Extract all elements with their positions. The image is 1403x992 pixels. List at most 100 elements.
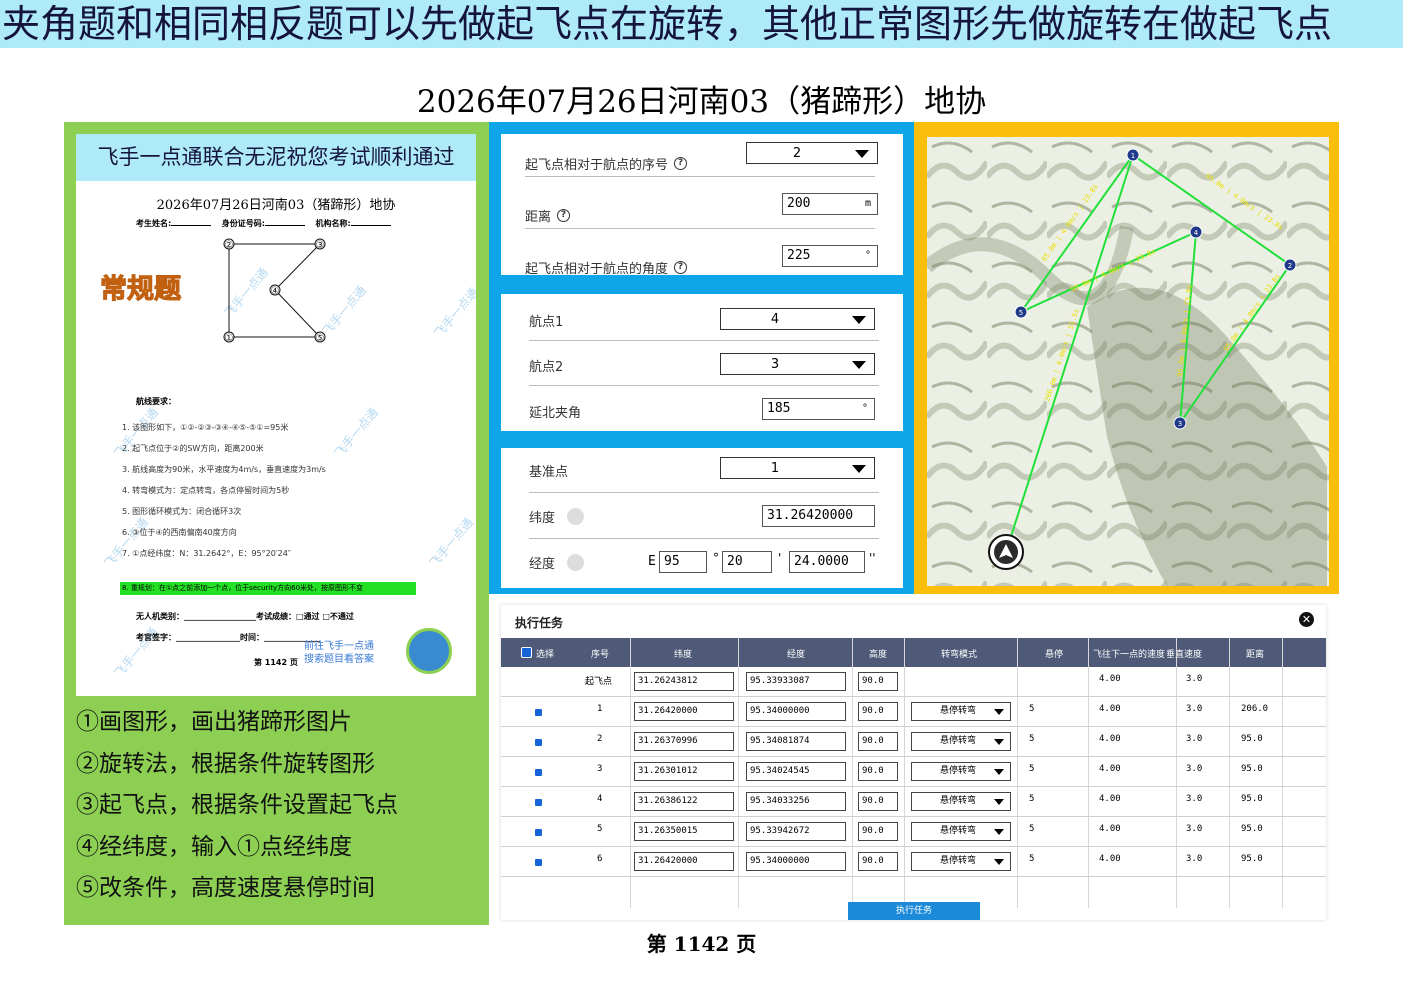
lon-input[interactable]: 95.34000000 <box>746 852 846 871</box>
table-row: 4 31.26386122 95.34033256 90.0 悬停转弯 5 4.… <box>501 787 1326 817</box>
lon-input[interactable]: 95.34024545 <box>746 762 846 781</box>
second-symbol: '' <box>869 551 876 565</box>
chevron-down-icon <box>994 859 1004 865</box>
lat-input[interactable]: 31.26243812 <box>634 672 734 691</box>
takeoff-distance-input[interactable]: 200 m <box>782 193 878 215</box>
row-checkbox[interactable] <box>535 769 542 776</box>
turn-mode-select[interactable]: 悬停转弯 <box>911 762 1011 781</box>
mini-program-qr[interactable] <box>406 628 452 674</box>
lat-input[interactable]: 31.26350015 <box>634 822 734 841</box>
chevron-down-icon <box>994 769 1004 775</box>
takeoff-angle-input[interactable]: 225 ° <box>782 245 878 267</box>
lon-input[interactable]: 95.34033256 <box>746 792 846 811</box>
alt-input[interactable]: 90.0 <box>858 762 898 781</box>
svg-text:5[interactable]: 5 <box>1019 309 1023 317</box>
sheet-subtitle: 2026年07月26日河南03（猪蹄形）地协 <box>156 198 396 213</box>
alt-input[interactable]: 90.0 <box>858 672 898 691</box>
chevron-down-icon <box>994 829 1004 835</box>
svg-text:4[interactable]: 4 <box>1194 229 1199 237</box>
svg-text:2[interactable]: 2 <box>1288 262 1292 270</box>
table-row: 2 31.26370996 95.34081874 90.0 悬停转弯 5 4.… <box>501 727 1326 757</box>
degree-symbol: ° <box>713 551 719 565</box>
longitude-minutes-input[interactable]: 20 <box>722 551 772 573</box>
help-icon[interactable]: ? <box>557 209 571 222</box>
takeoff-point-icon[interactable] <box>988 534 1024 570</box>
requirement-item: 2. 起飞点位于②的SW方向，距离200米 <box>122 444 264 453</box>
table-header: 选择 序号 纬度 经度 高度 转弯模式 悬停 飞往下一点的速度 垂直速度 距离 <box>501 638 1326 667</box>
point-5-label: ⑤ <box>316 333 325 344</box>
point-2-label: ② <box>225 240 234 251</box>
requirement-item: 3. 航线高度为90米，水平速度为4m/s，垂直速度为3m/s <box>122 465 326 474</box>
lon-input[interactable]: 95.34081874 <box>746 732 846 751</box>
requirement-item: 6. ③位于④的西南偏南40度方向 <box>122 528 237 537</box>
step-item: ②旋转法，根据条件旋转图形 <box>76 750 375 777</box>
tip-banner: 夹角题和相同相反题可以先做起飞点在旋转，其他正常图形先做旋转在做起飞点 <box>0 0 1403 48</box>
alt-input[interactable]: 90.0 <box>858 822 898 841</box>
lon-input[interactable]: 95.33942672 <box>746 822 846 841</box>
longitude-degrees-input[interactable]: 95 <box>659 551 707 573</box>
watermark: 飞手一点通 <box>431 285 476 341</box>
row-checkbox[interactable] <box>535 709 542 716</box>
table-row: 3 31.26301012 95.34024545 90.0 悬停转弯 5 4.… <box>501 757 1326 787</box>
select-all-checkbox[interactable] <box>521 647 532 658</box>
table-row: 6 31.26420000 95.34000000 90.0 悬停转弯 5 4.… <box>501 847 1326 877</box>
lat-input[interactable]: 31.26301012 <box>634 762 734 781</box>
alt-input[interactable]: 90.0 <box>858 732 898 751</box>
base-point-select[interactable]: 1 <box>720 457 875 479</box>
turn-mode-select[interactable]: 悬停转弯 <box>911 852 1011 871</box>
row-checkbox[interactable] <box>535 829 542 836</box>
takeoff-settings-card: 起飞点相对于航点的序号? 2 距离? 200 m 起飞点相对于航点的角度? 225… <box>501 134 903 277</box>
steps-list: ①画图形，画出猪蹄形图片 ②旋转法，根据条件旋转图形 ③起飞点，根据条件设置起飞… <box>76 702 398 910</box>
north-angle-input[interactable]: 185 ° <box>762 398 875 420</box>
map-panel: 95.0m | 4.0m/s | 23.8s 95.0m | 4.0m/s | … <box>914 122 1339 594</box>
longitude-seconds-input[interactable]: 24.0000 <box>789 551 865 573</box>
latitude-input[interactable]: 31.26420000 <box>762 505 875 527</box>
execute-task-button[interactable]: 执行任务 <box>848 902 980 920</box>
lon-input[interactable]: 95.33933087 <box>746 672 846 691</box>
alt-input[interactable]: 90.0 <box>858 792 898 811</box>
field-id-label: 身份证号码: <box>221 219 265 228</box>
svg-text:3[interactable]: 3 <box>1178 420 1182 428</box>
route-map[interactable]: 95.0m | 4.0m/s | 23.8s 95.0m | 4.0m/s | … <box>927 137 1329 586</box>
turn-mode-select[interactable]: 悬停转弯 <box>911 792 1011 811</box>
row-checkbox[interactable] <box>535 859 542 866</box>
sheet-page-number: 第 1142 页 <box>254 658 298 667</box>
alt-input[interactable]: 90.0 <box>858 702 898 721</box>
waypoint1-select[interactable]: 4 <box>720 308 875 330</box>
location-icon[interactable] <box>567 554 585 571</box>
lon-input[interactable]: 95.34000000 <box>746 702 846 721</box>
satellite-map[interactable]: 95.0m | 4.0m/s | 23.8s 95.0m | 4.0m/s | … <box>927 137 1329 586</box>
lat-input[interactable]: 31.26370996 <box>634 732 734 751</box>
help-icon[interactable]: ? <box>674 261 688 274</box>
lat-input[interactable]: 31.26420000 <box>634 852 734 871</box>
svg-text:1[interactable]: 1 <box>1131 152 1135 160</box>
help-icon[interactable]: ? <box>674 157 688 170</box>
waypoint2-select[interactable]: 3 <box>720 353 875 375</box>
location-icon[interactable] <box>567 508 585 525</box>
turn-mode-select[interactable]: 悬停转弯 <box>911 702 1011 721</box>
alt-input[interactable]: 90.0 <box>858 852 898 871</box>
chevron-down-icon <box>994 709 1004 715</box>
drone-type-row: 无人机类别：__________________考试成绩：□通过 □不通过 <box>136 612 354 621</box>
takeoff-seq-select[interactable]: 2 <box>746 142 878 164</box>
row-checkbox[interactable] <box>535 739 542 746</box>
point-1-label: ① <box>225 333 234 344</box>
lat-input[interactable]: 31.26420000 <box>634 702 734 721</box>
chevron-down-icon <box>855 150 869 158</box>
row-checkbox[interactable] <box>535 799 542 806</box>
turn-mode-select[interactable]: 悬停转弯 <box>911 732 1011 751</box>
candidate-fields: 考生姓名: 身份证号码: 机构名称: <box>136 218 399 229</box>
step-item: ③起飞点，根据条件设置起飞点 <box>76 792 398 818</box>
requirement-item: 1. 该图形如下，①②-②③-③④-④⑤-⑤①=95米 <box>122 423 289 432</box>
point-4-label: ④ <box>271 286 280 297</box>
requirement-item: 4. 转弯模式为：定点转弯，各点停留时间为5秒 <box>122 486 290 495</box>
close-icon[interactable]: ✕ <box>1299 612 1314 627</box>
exam-sheet-panel: 飞手一点通联合无泥祝您考试顺利通过 2026年07月26日河南03（猪蹄形）地协… <box>64 122 489 925</box>
step-item: ④经纬度，输入①点经纬度 <box>76 833 352 860</box>
turn-mode-select[interactable]: 悬停转弯 <box>911 822 1011 841</box>
lat-input[interactable]: 31.26386122 <box>634 792 734 811</box>
settings-panel: 起飞点相对于航点的序号? 2 距离? 200 m 起飞点相对于航点的角度? 225… <box>489 122 914 594</box>
requirement-item: 5. 图形循环模式为：闭合循环3次 <box>122 507 242 516</box>
point-3-label: ③ <box>316 240 325 251</box>
step-item: ⑤改条件，高度速度悬停时间 <box>76 875 375 901</box>
